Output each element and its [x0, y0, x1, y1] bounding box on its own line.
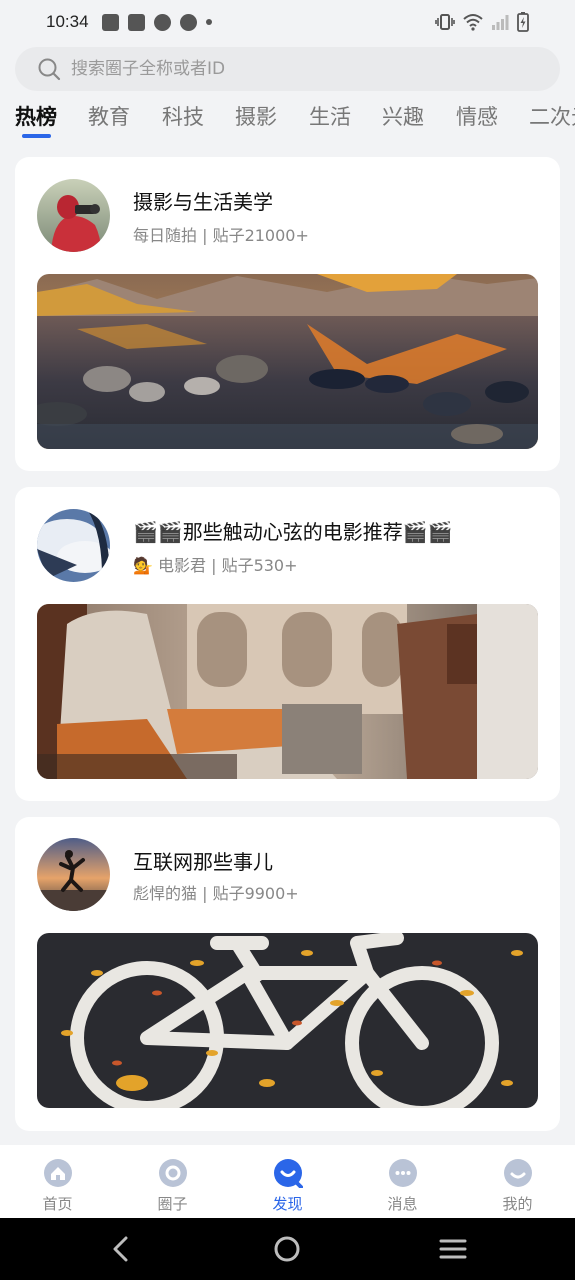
- circle-title: 互联网那些事儿: [133, 850, 273, 874]
- wifi-icon: [463, 14, 483, 31]
- search-bar[interactable]: [15, 47, 560, 91]
- nav-label: 发现: [272, 1195, 303, 1213]
- circle-card[interactable]: 摄影与生活美学 每日随拍 | 贴子21000+: [15, 157, 560, 471]
- circle-subtitle: 💁 电影君 | 贴子530+: [133, 556, 298, 575]
- nav-label: 消息: [387, 1195, 418, 1213]
- status-bar: 10:34: [0, 0, 575, 44]
- active-tab-indicator: [22, 134, 51, 138]
- gauge-notification-icon-2: [179, 13, 197, 31]
- discover-icon: [273, 1159, 303, 1188]
- circle-subtitle: 每日随拍 | 贴子21000+: [133, 226, 309, 245]
- tab-technology[interactable]: 科技: [162, 101, 204, 131]
- battery-icon: [517, 12, 529, 32]
- nav-label: 我的: [502, 1195, 533, 1213]
- circle-icon: [158, 1159, 187, 1187]
- nav-label: 圈子: [157, 1195, 188, 1213]
- home-icon: [43, 1159, 72, 1187]
- message-icon: [388, 1159, 417, 1187]
- bottom-navigation: 首页 圈子 发现 消息 我的: [0, 1145, 575, 1218]
- photographer-avatar[interactable]: [37, 179, 110, 252]
- circle-card[interactable]: 🎬🎬那些触动心弦的电影推荐🎬🎬 💁 电影君 | 贴子530+: [15, 487, 560, 801]
- nav-home[interactable]: 首页: [0, 1145, 115, 1218]
- tab-education[interactable]: 教育: [88, 101, 130, 131]
- search-icon: [38, 58, 61, 81]
- nav-profile[interactable]: 我的: [460, 1145, 575, 1218]
- circle-title: 摄影与生活美学: [133, 190, 273, 214]
- shopping-bag-notification-icon: [101, 13, 119, 31]
- tab-interest[interactable]: 兴趣: [382, 101, 424, 131]
- nav-messages[interactable]: 消息: [345, 1145, 460, 1218]
- shopping-bag-notification-icon-2: [127, 13, 145, 31]
- circle-card[interactable]: 互联网那些事儿 彪悍的猫 | 贴子9900+: [15, 817, 560, 1131]
- bike-lane-photo[interactable]: [37, 933, 538, 1108]
- system-navigation-bar: [0, 1218, 575, 1280]
- more-notifications-icon: [205, 19, 212, 25]
- category-tabs: 热榜 教育 科技 摄影 生活 兴趣 情感 二次元: [0, 95, 575, 143]
- search-input[interactable]: [71, 59, 511, 79]
- signal-icon: [492, 15, 509, 30]
- tab-photography[interactable]: 摄影: [235, 101, 277, 131]
- nav-circle[interactable]: 圈子: [115, 1145, 230, 1218]
- airplane-window-avatar[interactable]: [37, 509, 110, 582]
- airplane-cabin-photo[interactable]: [37, 604, 538, 779]
- profile-icon: [503, 1159, 532, 1187]
- home-button-icon[interactable]: [272, 1234, 302, 1264]
- tab-hot[interactable]: 热榜: [15, 101, 57, 131]
- jumping-cat-avatar[interactable]: [37, 838, 110, 911]
- tab-life[interactable]: 生活: [309, 101, 351, 131]
- status-bar-left: 10:34: [46, 12, 212, 32]
- circle-title: 🎬🎬那些触动心弦的电影推荐🎬🎬: [133, 520, 453, 544]
- back-icon[interactable]: [107, 1234, 137, 1264]
- vibrate-icon: [435, 14, 455, 30]
- nav-discover[interactable]: 发现: [230, 1145, 345, 1218]
- tab-anime[interactable]: 二次元: [529, 101, 575, 131]
- gauge-notification-icon: [153, 13, 171, 31]
- mountain-lake-photo[interactable]: [37, 274, 538, 449]
- status-time: 10:34: [46, 12, 89, 31]
- nav-label: 首页: [42, 1195, 73, 1213]
- status-bar-right: [435, 12, 529, 32]
- tab-emotion[interactable]: 情感: [456, 101, 498, 131]
- circle-subtitle: 彪悍的猫 | 贴子9900+: [133, 884, 299, 903]
- recent-apps-icon[interactable]: [438, 1234, 468, 1264]
